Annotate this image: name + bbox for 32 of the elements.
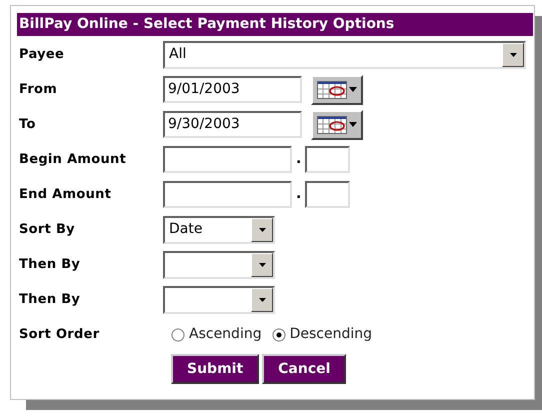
- dropdown-field[interactable]: Date: [163, 216, 275, 244]
- calendar-button[interactable]: [311, 110, 363, 140]
- field-label: End Amount: [18, 186, 112, 204]
- radio-option[interactable]: Descending: [272, 324, 372, 345]
- calendar-icon: [317, 80, 347, 98]
- caret-icon: [349, 122, 357, 127]
- radio-option[interactable]: Ascending: [171, 324, 262, 345]
- dropdown-field[interactable]: [163, 250, 275, 278]
- form-button[interactable]: Cancel: [262, 354, 346, 384]
- cents-field[interactable]: [305, 181, 350, 208]
- field-label: Then By: [18, 290, 82, 309]
- calendar-icon: [317, 116, 347, 134]
- field-label: Begin Amount: [18, 150, 128, 169]
- calendar-button[interactable]: [311, 74, 363, 104]
- field-label: From: [18, 80, 58, 99]
- form-button[interactable]: Submit: [171, 354, 260, 384]
- field-label: To: [18, 116, 37, 134]
- decimal-point: .: [296, 185, 302, 204]
- dialog-title: BillPay Online - Select Payment History Options: [17, 13, 533, 36]
- cents-field[interactable]: [305, 146, 350, 173]
- dropdown-field[interactable]: [163, 286, 275, 314]
- date-input[interactable]: 9/30/2003: [163, 111, 302, 138]
- field-label: Sort Order: [18, 326, 100, 344]
- dropdown-field[interactable]: All: [163, 40, 526, 68]
- field-label: Sort By: [18, 220, 76, 239]
- caret-icon: [349, 87, 357, 92]
- dollar-amount-field[interactable]: [163, 146, 292, 173]
- field-label: Payee: [18, 46, 66, 64]
- dollar-amount-field[interactable]: [163, 181, 292, 208]
- field-label: Then By: [18, 256, 82, 274]
- date-input[interactable]: 9/01/2003: [163, 76, 302, 103]
- decimal-point: .: [296, 150, 302, 169]
